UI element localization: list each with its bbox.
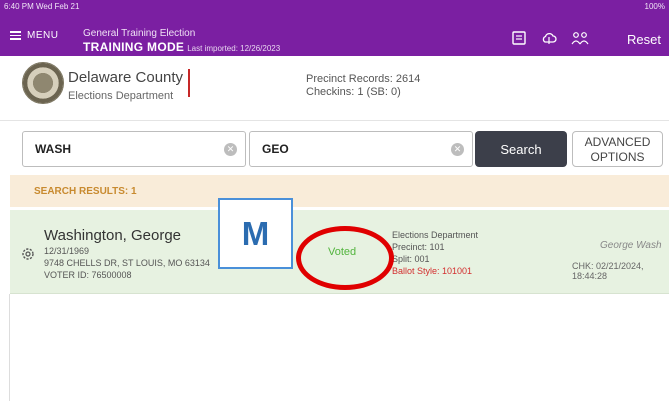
advanced-label-line1: ADVANCED — [584, 135, 651, 149]
ballot-style: Ballot Style: 101001 — [392, 266, 473, 276]
org-name: Delaware County — [68, 69, 184, 86]
last-name-input[interactable] — [23, 132, 245, 166]
voter-id: VOTER ID: 76500008 — [44, 270, 132, 280]
voter-signature: George Wash — [600, 240, 662, 251]
highlight-circle — [296, 226, 394, 290]
org-header: Delaware County Elections Department Pre… — [0, 56, 669, 121]
printer-icon[interactable] — [511, 31, 527, 45]
org-subtitle: Elections Department — [68, 90, 174, 102]
status-battery: 100% — [644, 2, 665, 11]
header-divider — [188, 69, 190, 97]
first-name-field[interactable]: ✕ — [249, 131, 473, 167]
split-number: Split: 001 — [392, 254, 430, 264]
checkin-timestamp: CHK: 02/21/2024, 18:44:28 — [572, 261, 644, 281]
cloud-sync-icon[interactable] — [541, 31, 557, 45]
status-time: 6:40 PM Wed Feb 21 — [4, 2, 80, 11]
precinct-number: Precinct: 101 — [392, 242, 445, 252]
advanced-options-button[interactable]: ADVANCED OPTIONS — [572, 131, 663, 167]
annotation-marker: M — [218, 198, 293, 269]
last-imported: Last imported: 12/26/2023 — [187, 44, 281, 53]
checkins-count: Checkins: 1 (SB: 0) — [306, 86, 401, 98]
content-edge-divider — [9, 294, 10, 401]
advanced-label-line2: OPTIONS — [590, 150, 645, 164]
voting-location: Elections Department — [392, 230, 479, 240]
top-action-icons — [511, 31, 589, 45]
precinct-records: Precinct Records: 2614 — [306, 73, 421, 85]
search-button[interactable]: Search — [475, 131, 567, 167]
search-results-count: SEARCH RESULTS: 1 — [34, 186, 137, 197]
last-name-field[interactable]: ✕ — [22, 131, 246, 167]
election-title: General Training Election — [83, 28, 196, 39]
voter-dob: 12/31/1969 — [44, 246, 90, 256]
training-mode-label: TRAINING MODE Last imported: 12/26/2023 — [83, 40, 281, 54]
gear-icon[interactable] — [20, 246, 36, 262]
menu-label: MENU — [27, 30, 59, 41]
clear-icon[interactable]: ✕ — [451, 143, 464, 156]
menu-button[interactable]: MENU — [10, 30, 58, 41]
hamburger-icon — [10, 31, 21, 40]
results-bar: SEARCH RESULTS: 1 — [10, 175, 669, 207]
first-name-input[interactable] — [250, 132, 472, 166]
reset-button[interactable]: Reset — [627, 32, 661, 47]
county-seal-logo — [22, 62, 64, 104]
clear-icon[interactable]: ✕ — [224, 143, 237, 156]
app-top-bar: 6:40 PM Wed Feb 21 100% MENU General Tra… — [0, 0, 669, 56]
voter-address: 9748 CHELLS DR, ST LOUIS, MO 63134 — [44, 258, 210, 268]
users-icon[interactable] — [571, 31, 589, 45]
voter-name: Washington, George — [44, 227, 182, 244]
